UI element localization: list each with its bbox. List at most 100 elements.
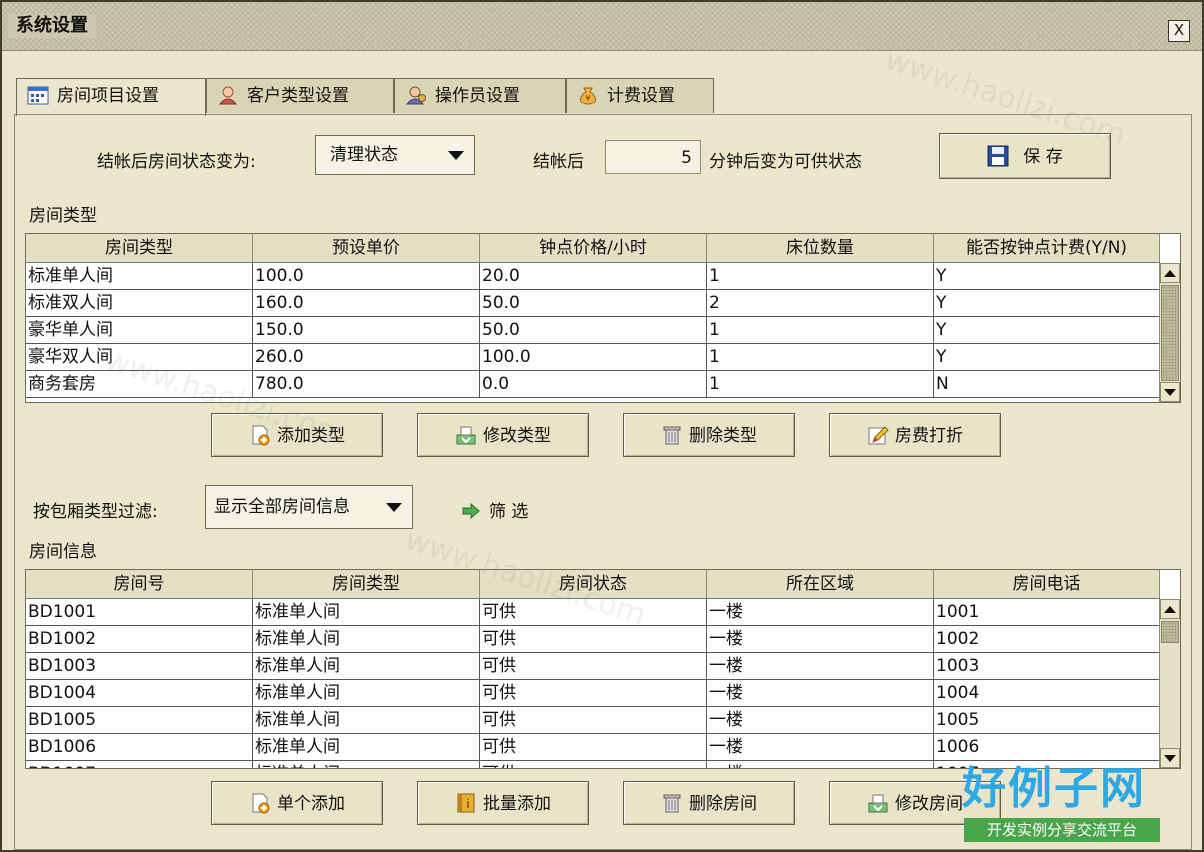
arrow-up-icon [1164, 606, 1176, 613]
title-bar[interactable]: 系统设置 X [2, 2, 1202, 51]
table-cell: 1003 [934, 653, 1160, 680]
haolizi-logo: 好例子网 开发实例分享交流平台 [962, 764, 1162, 844]
add-document-icon [249, 787, 271, 814]
table-cell: BD1006 [26, 734, 253, 761]
col-header[interactable]: 房间状态 [480, 570, 707, 598]
col-header[interactable]: 钟点价格/小时 [480, 234, 707, 262]
table-cell: 1 [707, 344, 934, 371]
svg-text:¥: ¥ [585, 94, 590, 103]
chevron-down-icon [386, 503, 402, 512]
table-cell: 豪华双人间 [26, 344, 253, 371]
table-cell: 1 [707, 317, 934, 344]
table-cell: BD1007 [26, 761, 253, 768]
tab-customer-types[interactable]: 客户类型设置 [206, 78, 394, 113]
table-cell: 一楼 [707, 626, 934, 653]
filter-button[interactable]: 筛 选 [461, 497, 528, 522]
minutes-field[interactable]: 5 [605, 140, 701, 174]
operator-icon [405, 83, 427, 105]
tab-room-settings[interactable]: 房间项目设置 [16, 78, 206, 116]
room-types-group-label: 房间类型 [29, 206, 97, 226]
delete-room-label: 删除房间 [689, 794, 757, 814]
scroll-up-button[interactable] [1160, 599, 1180, 619]
table-cell: 一楼 [707, 680, 934, 707]
table-cell: 标准单人间 [253, 626, 480, 653]
calendar-icon [27, 83, 49, 105]
col-header[interactable]: 预设单价 [253, 234, 480, 262]
logo-sub-text: 开发实例分享交流平台 [964, 818, 1160, 842]
table-cell: 20.0 [480, 263, 707, 290]
table-cell: 一楼 [707, 653, 934, 680]
table-cell: 可供 [480, 761, 707, 768]
room-types-scrollbar[interactable] [1159, 263, 1180, 402]
checkout-status-label: 结帐后房间状态变为: [97, 152, 256, 172]
batch-add-button[interactable]: i 批量添加 [417, 781, 589, 825]
save-label: 保 存 [1023, 147, 1063, 167]
table-cell: 2 [707, 290, 934, 317]
close-button[interactable]: X [1168, 20, 1190, 42]
table-cell: Y [934, 317, 1160, 344]
svg-text:i: i [466, 797, 469, 811]
table-cell: 可供 [480, 653, 707, 680]
table-cell: 1001 [934, 599, 1160, 626]
col-header[interactable]: 房间类型 [26, 234, 253, 262]
table-cell: 1002 [934, 626, 1160, 653]
delete-room-button[interactable]: 删除房间 [623, 781, 795, 825]
col-header[interactable]: 房间号 [26, 570, 253, 598]
scroll-thumb[interactable] [1161, 621, 1179, 643]
table-cell: BD1005 [26, 707, 253, 734]
trash-icon [661, 787, 683, 813]
room-filter-select[interactable]: 显示全部房间信息 [205, 485, 413, 529]
tab-operators[interactable]: 操作员设置 [394, 78, 566, 113]
rooms-table: 房间号 房间类型 房间状态 所在区域 房间电话 BD1001 标准单人间 可供 … [25, 569, 1181, 769]
scroll-up-button[interactable] [1160, 263, 1180, 283]
table-cell: 50.0 [480, 317, 707, 344]
after-checkout-label: 结帐后 [533, 152, 584, 172]
tab-billing[interactable]: ¥ 计费设置 [566, 78, 714, 113]
table-cell: Y [934, 344, 1160, 371]
table-cell: 标准单人间 [253, 680, 480, 707]
discount-button[interactable]: 房费打折 [829, 413, 1001, 457]
table-cell: 100.0 [480, 344, 707, 371]
tab-label: 操作员设置 [435, 86, 520, 106]
room-types-table: 房间类型 预设单价 钟点价格/小时 床位数量 能否按钟点计费(Y/N) 标准单人… [25, 233, 1181, 403]
pencil-icon [867, 419, 889, 445]
col-header[interactable]: 房间类型 [253, 570, 480, 598]
delete-type-button[interactable]: 删除类型 [623, 413, 795, 457]
table-cell: 豪华单人间 [26, 317, 253, 344]
checkout-status-select[interactable]: 清理状态 [315, 135, 475, 175]
add-single-room-button[interactable]: 单个添加 [211, 781, 383, 825]
col-header[interactable]: 房间电话 [934, 570, 1160, 598]
tab-label: 房间项目设置 [57, 86, 159, 106]
col-header[interactable]: 床位数量 [707, 234, 934, 262]
table-cell: Y [934, 290, 1160, 317]
table-cell: 可供 [480, 599, 707, 626]
table-cell: 可供 [480, 734, 707, 761]
room-types-header: 房间类型 预设单价 钟点价格/小时 床位数量 能否按钟点计费(Y/N) [26, 234, 1160, 263]
table-cell: N [934, 371, 1160, 398]
col-header[interactable]: 能否按钟点计费(Y/N) [934, 234, 1160, 262]
save-button[interactable]: 保 存 [939, 133, 1111, 179]
table-cell: 商务套房 [26, 371, 253, 398]
table-cell: 标准单人间 [253, 734, 480, 761]
delete-type-label: 删除类型 [689, 426, 757, 446]
rooms-scrollbar[interactable] [1159, 599, 1180, 768]
scroll-down-button[interactable] [1160, 382, 1180, 402]
col-header[interactable]: 所在区域 [707, 570, 934, 598]
arrow-up-icon [1164, 270, 1176, 277]
table-cell: 可供 [480, 707, 707, 734]
discount-label: 房费打折 [895, 426, 963, 446]
scroll-thumb[interactable] [1161, 285, 1179, 381]
checkout-status-value: 清理状态 [330, 145, 398, 165]
table-cell: 1006 [934, 734, 1160, 761]
table-cell: 1 [707, 263, 934, 290]
edit-type-button[interactable]: 修改类型 [417, 413, 589, 457]
add-type-button[interactable]: 添加类型 [211, 413, 383, 457]
room-filter-value: 显示全部房间信息 [214, 497, 350, 517]
table-cell: 标准单人间 [253, 653, 480, 680]
table-cell: 一楼 [707, 707, 934, 734]
window-title: 系统设置 [8, 14, 96, 38]
table-cell: 150.0 [253, 317, 480, 344]
scroll-down-button[interactable] [1160, 748, 1180, 768]
table-cell: BD1003 [26, 653, 253, 680]
trash-icon [661, 419, 683, 445]
